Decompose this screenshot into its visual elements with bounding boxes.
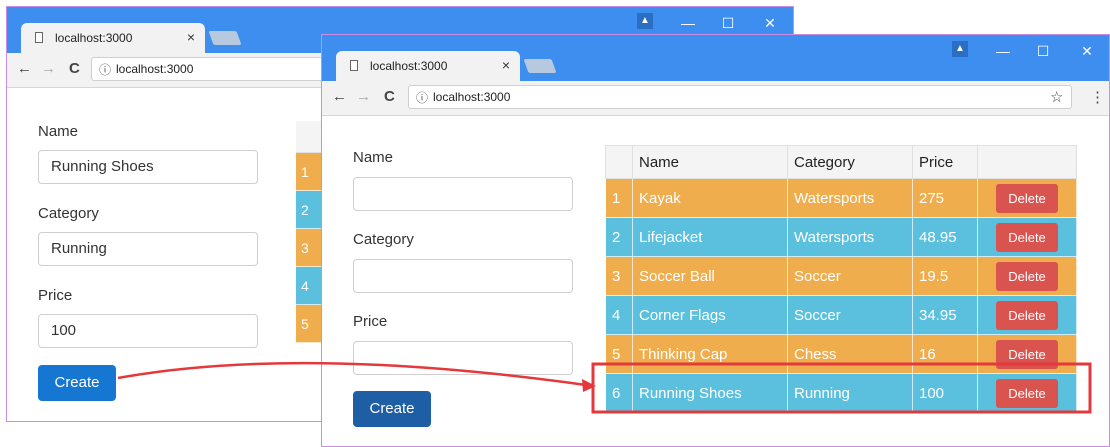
delete-button[interactable]: Delete [996,339,1058,369]
row-name: Lifejacket [632,217,788,257]
table-row: 2 Lifejacket Watersports 48.95 Delete [605,217,1077,257]
back-icon[interactable]: ← [17,60,32,77]
back-icon[interactable]: ← [332,88,347,105]
create-button[interactable]: Create [353,391,431,427]
category-input[interactable]: Running [38,232,258,266]
row-name: Running Shoes [632,373,788,413]
forward-icon[interactable]: → [41,60,56,77]
table-header-row: Name Category Price [605,145,1077,179]
name-input[interactable] [353,177,573,211]
close-window-icon[interactable]: ✕ [1072,43,1102,60]
delete-button[interactable]: Delete [996,222,1058,252]
header-id [605,145,633,179]
product-table: Name Category Price 1 Kayak Watersports … [605,145,1077,413]
delete-button[interactable]: Delete [996,378,1058,408]
browser-tab[interactable]: localhost:3000 × [21,23,205,53]
maximize-icon[interactable]: ☐ [1028,43,1058,60]
header-price: Price [912,145,978,179]
close-window-icon[interactable]: ✕ [755,15,785,32]
category-label: Category [38,205,99,222]
name-label: Name [353,149,394,166]
browser-window-after: localhost:3000 × ▲ — ☐ ✕ ← → C ⓘ localho… [321,34,1110,447]
maximize-icon[interactable]: ☐ [713,15,743,32]
row-actions: Delete [977,217,1077,257]
delete-button[interactable]: Delete [996,261,1058,291]
row-id: 1 [605,178,633,218]
minimize-icon[interactable]: — [988,43,1018,59]
address-bar[interactable]: ⓘ localhost:3000 [91,57,331,81]
browser-tab[interactable]: localhost:3000 × [336,51,520,81]
price-label: Price [353,313,388,330]
delete-button[interactable]: Delete [996,183,1058,213]
reload-icon[interactable]: C [384,88,395,105]
address-bar[interactable]: ⓘ localhost:3000 [408,85,1072,109]
price-label: Price [38,287,73,304]
profile-icon[interactable]: ▲ [952,41,968,57]
browser-toolbar: ← → C ⓘ localhost:3000 ☆ ⋮ [322,81,1109,116]
page-icon [350,60,358,71]
tab-close-icon[interactable]: × [502,57,510,73]
url-text: localhost:3000 [116,62,194,76]
row-category: Running [787,373,913,413]
profile-icon[interactable]: ▲ [637,13,653,29]
row-price: 100 [912,373,978,413]
row-actions: Delete [977,334,1077,374]
delete-button[interactable]: Delete [996,300,1058,330]
header-name: Name [632,145,788,179]
price-input[interactable]: 100 [38,314,258,348]
new-tab-button[interactable] [208,31,242,45]
tab-close-icon[interactable]: × [187,29,195,45]
minimize-icon[interactable]: — [673,15,703,31]
row-price: 19.5 [912,256,978,296]
row-category: Chess [787,334,913,374]
row-name: Corner Flags [632,295,788,335]
table-row: 1 Kayak Watersports 275 Delete [605,178,1077,218]
row-category: Soccer [787,295,913,335]
row-id: 4 [605,295,633,335]
row-id: 6 [605,373,633,413]
tab-title: localhost:3000 [370,59,448,73]
menu-icon[interactable]: ⋮ [1090,88,1105,106]
row-id: 2 [605,217,633,257]
row-price: 275 [912,178,978,218]
create-button[interactable]: Create [38,365,116,401]
table-row: 5 Thinking Cap Chess 16 Delete [605,334,1077,374]
table-row: 3 Soccer Ball Soccer 19.5 Delete [605,256,1077,296]
row-actions: Delete [977,295,1077,335]
table-row-new: 6 Running Shoes Running 100 Delete [605,373,1077,413]
url-text: localhost:3000 [433,90,511,104]
category-input[interactable] [353,259,573,293]
row-name: Thinking Cap [632,334,788,374]
table-row: 4 Corner Flags Soccer 34.95 Delete [605,295,1077,335]
row-category: Watersports [787,178,913,218]
row-name: Soccer Ball [632,256,788,296]
row-category: Soccer [787,256,913,296]
header-category: Category [787,145,913,179]
bookmark-star-icon[interactable]: ☆ [1050,88,1063,106]
row-price: 48.95 [912,217,978,257]
row-price: 34.95 [912,295,978,335]
row-actions: Delete [977,178,1077,218]
row-id: 3 [605,256,633,296]
header-actions [977,145,1077,179]
new-tab-button[interactable] [523,59,557,73]
category-label: Category [353,231,414,248]
page-icon [35,32,43,43]
row-name: Kayak [632,178,788,218]
reload-icon[interactable]: C [69,60,80,77]
name-input[interactable]: Running Shoes [38,150,258,184]
row-price: 16 [912,334,978,374]
tab-title: localhost:3000 [55,31,133,45]
row-actions: Delete [977,256,1077,296]
price-input[interactable] [353,341,573,375]
info-icon[interactable]: ⓘ [416,89,428,106]
row-id: 5 [605,334,633,374]
title-bar: localhost:3000 × ▲ — ☐ ✕ [322,35,1109,81]
info-icon[interactable]: ⓘ [99,61,111,78]
forward-icon[interactable]: → [356,88,371,105]
name-label: Name [38,123,79,140]
row-category: Watersports [787,217,913,257]
row-actions: Delete [977,373,1077,413]
